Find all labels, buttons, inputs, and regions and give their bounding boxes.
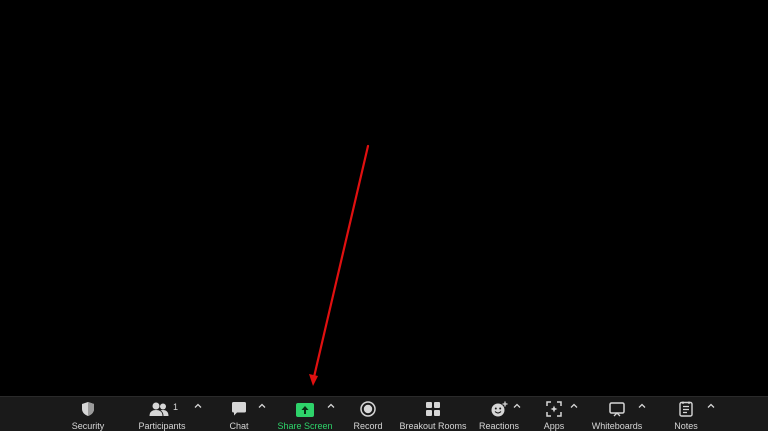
chat-button[interactable]: Chat bbox=[222, 397, 256, 431]
breakout-rooms-button[interactable]: Breakout Rooms bbox=[398, 397, 468, 431]
notes-icon bbox=[679, 401, 693, 417]
video-area bbox=[0, 0, 768, 396]
people-icon bbox=[149, 402, 169, 416]
breakout-rooms-label: Breakout Rooms bbox=[399, 421, 467, 431]
notes-label: Notes bbox=[674, 421, 698, 431]
reactions-caret-up-icon[interactable] bbox=[511, 400, 523, 412]
share-screen-label: Share Screen bbox=[277, 421, 333, 431]
share-screen-caret-up-icon[interactable] bbox=[325, 400, 337, 412]
meeting-window: Security 1 Participants Chat Share Scree… bbox=[0, 0, 768, 431]
participants-count: 1 bbox=[173, 402, 179, 412]
grid-icon bbox=[426, 402, 440, 416]
meeting-toolbar: Security 1 Participants Chat Share Scree… bbox=[0, 396, 768, 431]
notes-button[interactable]: Notes bbox=[668, 397, 704, 431]
whiteboards-label: Whiteboards bbox=[591, 421, 643, 431]
whiteboard-icon bbox=[609, 402, 625, 417]
apps-label: Apps bbox=[543, 421, 565, 431]
shield-icon bbox=[82, 402, 94, 416]
share-up-arrow-icon bbox=[296, 403, 314, 417]
smiley-plus-icon bbox=[491, 401, 508, 417]
apps-button[interactable]: Apps bbox=[538, 397, 570, 431]
apps-caret-up-icon[interactable] bbox=[568, 400, 580, 412]
apps-icon bbox=[546, 401, 562, 417]
record-label: Record bbox=[353, 421, 383, 431]
security-label: Security bbox=[71, 421, 105, 431]
participants-caret-up-icon[interactable] bbox=[192, 400, 204, 412]
participants-label: Participants bbox=[138, 421, 186, 431]
chat-bubble-icon bbox=[232, 402, 246, 416]
security-button[interactable]: Security bbox=[67, 397, 109, 431]
notes-caret-up-icon[interactable] bbox=[705, 400, 717, 412]
reactions-label: Reactions bbox=[478, 421, 520, 431]
participants-button[interactable]: 1 Participants bbox=[136, 397, 188, 431]
chat-label: Chat bbox=[229, 421, 249, 431]
record-circle-icon bbox=[360, 401, 376, 417]
whiteboards-caret-up-icon[interactable] bbox=[636, 400, 648, 412]
record-button[interactable]: Record bbox=[348, 397, 388, 431]
chat-caret-up-icon[interactable] bbox=[256, 400, 268, 412]
